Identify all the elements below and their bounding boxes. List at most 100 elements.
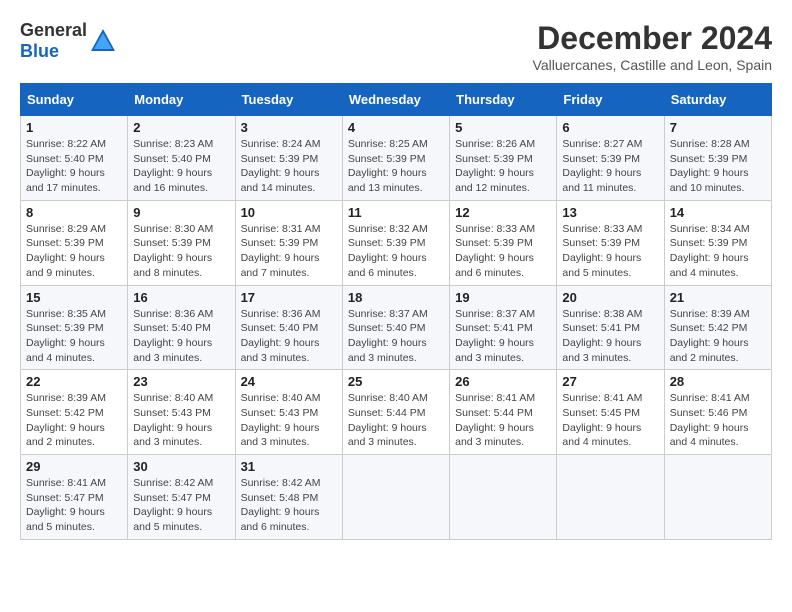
day-info: Sunrise: 8:36 AMSunset: 5:40 PMDaylight:…	[133, 308, 213, 364]
day-info: Sunrise: 8:39 AMSunset: 5:42 PMDaylight:…	[26, 392, 106, 448]
day-info: Sunrise: 8:40 AMSunset: 5:43 PMDaylight:…	[133, 392, 213, 448]
calendar-day-cell: 13 Sunrise: 8:33 AMSunset: 5:39 PMDaylig…	[557, 200, 664, 285]
title-area: December 2024 Valluercanes, Castille and…	[533, 20, 772, 73]
calendar-day-cell: 21 Sunrise: 8:39 AMSunset: 5:42 PMDaylig…	[664, 285, 771, 370]
calendar-day-cell: 18 Sunrise: 8:37 AMSunset: 5:40 PMDaylig…	[342, 285, 449, 370]
day-number: 8	[26, 205, 122, 220]
weekday-header-cell: Monday	[128, 84, 235, 116]
calendar-day-cell	[450, 455, 557, 540]
calendar-day-cell: 8 Sunrise: 8:29 AMSunset: 5:39 PMDayligh…	[21, 200, 128, 285]
day-number: 22	[26, 374, 122, 389]
day-number: 10	[241, 205, 337, 220]
day-number: 30	[133, 459, 229, 474]
day-number: 21	[670, 290, 766, 305]
day-number: 13	[562, 205, 658, 220]
calendar-day-cell: 14 Sunrise: 8:34 AMSunset: 5:39 PMDaylig…	[664, 200, 771, 285]
weekday-header-cell: Sunday	[21, 84, 128, 116]
location-title: Valluercanes, Castille and Leon, Spain	[533, 57, 772, 73]
weekday-header-cell: Thursday	[450, 84, 557, 116]
day-info: Sunrise: 8:32 AMSunset: 5:39 PMDaylight:…	[348, 223, 428, 279]
day-info: Sunrise: 8:37 AMSunset: 5:41 PMDaylight:…	[455, 308, 535, 364]
day-info: Sunrise: 8:41 AMSunset: 5:44 PMDaylight:…	[455, 392, 535, 448]
day-number: 15	[26, 290, 122, 305]
calendar-day-cell: 10 Sunrise: 8:31 AMSunset: 5:39 PMDaylig…	[235, 200, 342, 285]
day-info: Sunrise: 8:41 AMSunset: 5:47 PMDaylight:…	[26, 477, 106, 533]
day-number: 3	[241, 120, 337, 135]
day-info: Sunrise: 8:39 AMSunset: 5:42 PMDaylight:…	[670, 308, 750, 364]
calendar-day-cell: 9 Sunrise: 8:30 AMSunset: 5:39 PMDayligh…	[128, 200, 235, 285]
day-number: 19	[455, 290, 551, 305]
calendar-day-cell: 1 Sunrise: 8:22 AMSunset: 5:40 PMDayligh…	[21, 116, 128, 201]
day-info: Sunrise: 8:36 AMSunset: 5:40 PMDaylight:…	[241, 308, 321, 364]
calendar-day-cell: 15 Sunrise: 8:35 AMSunset: 5:39 PMDaylig…	[21, 285, 128, 370]
day-info: Sunrise: 8:38 AMSunset: 5:41 PMDaylight:…	[562, 308, 642, 364]
logo: General Blue	[20, 20, 117, 62]
logo-icon	[89, 27, 117, 55]
calendar-day-cell	[557, 455, 664, 540]
day-number: 27	[562, 374, 658, 389]
day-info: Sunrise: 8:33 AMSunset: 5:39 PMDaylight:…	[455, 223, 535, 279]
day-number: 1	[26, 120, 122, 135]
calendar-day-cell: 20 Sunrise: 8:38 AMSunset: 5:41 PMDaylig…	[557, 285, 664, 370]
calendar-week-row: 8 Sunrise: 8:29 AMSunset: 5:39 PMDayligh…	[21, 200, 772, 285]
calendar-day-cell: 5 Sunrise: 8:26 AMSunset: 5:39 PMDayligh…	[450, 116, 557, 201]
day-info: Sunrise: 8:28 AMSunset: 5:39 PMDaylight:…	[670, 138, 750, 194]
calendar-day-cell: 11 Sunrise: 8:32 AMSunset: 5:39 PMDaylig…	[342, 200, 449, 285]
calendar-week-row: 1 Sunrise: 8:22 AMSunset: 5:40 PMDayligh…	[21, 116, 772, 201]
day-info: Sunrise: 8:33 AMSunset: 5:39 PMDaylight:…	[562, 223, 642, 279]
calendar-day-cell: 6 Sunrise: 8:27 AMSunset: 5:39 PMDayligh…	[557, 116, 664, 201]
day-number: 31	[241, 459, 337, 474]
day-number: 17	[241, 290, 337, 305]
day-info: Sunrise: 8:40 AMSunset: 5:44 PMDaylight:…	[348, 392, 428, 448]
weekday-header-cell: Saturday	[664, 84, 771, 116]
calendar-body: 1 Sunrise: 8:22 AMSunset: 5:40 PMDayligh…	[21, 116, 772, 540]
calendar-day-cell: 31 Sunrise: 8:42 AMSunset: 5:48 PMDaylig…	[235, 455, 342, 540]
calendar-day-cell: 12 Sunrise: 8:33 AMSunset: 5:39 PMDaylig…	[450, 200, 557, 285]
day-info: Sunrise: 8:41 AMSunset: 5:45 PMDaylight:…	[562, 392, 642, 448]
day-info: Sunrise: 8:22 AMSunset: 5:40 PMDaylight:…	[26, 138, 106, 194]
day-info: Sunrise: 8:29 AMSunset: 5:39 PMDaylight:…	[26, 223, 106, 279]
day-info: Sunrise: 8:23 AMSunset: 5:40 PMDaylight:…	[133, 138, 213, 194]
day-number: 29	[26, 459, 122, 474]
day-info: Sunrise: 8:42 AMSunset: 5:48 PMDaylight:…	[241, 477, 321, 533]
calendar-week-row: 29 Sunrise: 8:41 AMSunset: 5:47 PMDaylig…	[21, 455, 772, 540]
day-number: 25	[348, 374, 444, 389]
day-number: 24	[241, 374, 337, 389]
day-info: Sunrise: 8:25 AMSunset: 5:39 PMDaylight:…	[348, 138, 428, 194]
calendar-week-row: 15 Sunrise: 8:35 AMSunset: 5:39 PMDaylig…	[21, 285, 772, 370]
day-info: Sunrise: 8:35 AMSunset: 5:39 PMDaylight:…	[26, 308, 106, 364]
day-number: 5	[455, 120, 551, 135]
weekday-header-cell: Tuesday	[235, 84, 342, 116]
day-number: 2	[133, 120, 229, 135]
calendar-day-cell: 4 Sunrise: 8:25 AMSunset: 5:39 PMDayligh…	[342, 116, 449, 201]
weekday-header-cell: Friday	[557, 84, 664, 116]
calendar-day-cell: 29 Sunrise: 8:41 AMSunset: 5:47 PMDaylig…	[21, 455, 128, 540]
calendar-day-cell: 27 Sunrise: 8:41 AMSunset: 5:45 PMDaylig…	[557, 370, 664, 455]
calendar-day-cell: 24 Sunrise: 8:40 AMSunset: 5:43 PMDaylig…	[235, 370, 342, 455]
day-number: 20	[562, 290, 658, 305]
calendar-table: SundayMondayTuesdayWednesdayThursdayFrid…	[20, 83, 772, 540]
calendar-day-cell	[342, 455, 449, 540]
day-info: Sunrise: 8:24 AMSunset: 5:39 PMDaylight:…	[241, 138, 321, 194]
day-info: Sunrise: 8:37 AMSunset: 5:40 PMDaylight:…	[348, 308, 428, 364]
calendar-day-cell: 2 Sunrise: 8:23 AMSunset: 5:40 PMDayligh…	[128, 116, 235, 201]
weekday-header-row: SundayMondayTuesdayWednesdayThursdayFrid…	[21, 84, 772, 116]
day-number: 6	[562, 120, 658, 135]
calendar-day-cell: 19 Sunrise: 8:37 AMSunset: 5:41 PMDaylig…	[450, 285, 557, 370]
day-info: Sunrise: 8:41 AMSunset: 5:46 PMDaylight:…	[670, 392, 750, 448]
day-number: 18	[348, 290, 444, 305]
day-number: 28	[670, 374, 766, 389]
day-number: 23	[133, 374, 229, 389]
calendar-day-cell: 28 Sunrise: 8:41 AMSunset: 5:46 PMDaylig…	[664, 370, 771, 455]
day-number: 14	[670, 205, 766, 220]
calendar-day-cell: 3 Sunrise: 8:24 AMSunset: 5:39 PMDayligh…	[235, 116, 342, 201]
header: General Blue December 2024 Valluercanes,…	[20, 20, 772, 73]
day-info: Sunrise: 8:30 AMSunset: 5:39 PMDaylight:…	[133, 223, 213, 279]
day-info: Sunrise: 8:31 AMSunset: 5:39 PMDaylight:…	[241, 223, 321, 279]
calendar-day-cell: 7 Sunrise: 8:28 AMSunset: 5:39 PMDayligh…	[664, 116, 771, 201]
calendar-day-cell: 16 Sunrise: 8:36 AMSunset: 5:40 PMDaylig…	[128, 285, 235, 370]
day-info: Sunrise: 8:34 AMSunset: 5:39 PMDaylight:…	[670, 223, 750, 279]
calendar-day-cell: 23 Sunrise: 8:40 AMSunset: 5:43 PMDaylig…	[128, 370, 235, 455]
day-info: Sunrise: 8:26 AMSunset: 5:39 PMDaylight:…	[455, 138, 535, 194]
day-number: 26	[455, 374, 551, 389]
